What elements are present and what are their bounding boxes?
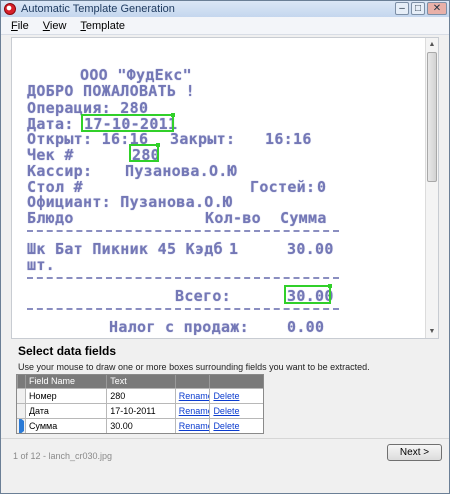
next-button[interactable]: Next > — [387, 444, 442, 461]
receipt-separator — [27, 308, 339, 310]
receipt-tax-label: Налог с продаж: — [109, 318, 249, 336]
vertical-scrollbar[interactable]: ▲ ▼ — [425, 38, 438, 338]
table-row[interactable]: Номер 280 Rename Delete — [17, 388, 263, 403]
row-selector[interactable] — [17, 419, 25, 433]
field-name-cell[interactable]: Сумма — [24, 419, 106, 433]
receipt-image[interactable]: ООО "ФудЕкс" ДОБРО ПОЖАЛОВАТЬ ! Операция… — [12, 38, 426, 338]
field-text-cell[interactable]: 17-10-2011 — [106, 404, 174, 418]
table-row-selected[interactable]: Сумма 30.00 Rename Delete — [17, 418, 263, 433]
receipt-closed-time: 16:16 — [265, 130, 312, 148]
receipt-total-label: Всего: — [175, 287, 231, 305]
arrow-up-icon[interactable]: ▲ — [426, 38, 438, 51]
fields-table: Field Name Text Номер 280 Rename Delete … — [16, 374, 264, 434]
rename-link[interactable]: Rename — [179, 391, 210, 401]
column-header-delete — [209, 375, 263, 388]
receipt-guests: Гостей: — [250, 178, 316, 196]
table-row[interactable]: Дата 17-10-2011 Rename Delete — [17, 403, 263, 418]
file-counter: 1 of 12 - lanch_cr030.jpg — [13, 451, 113, 461]
close-icon[interactable]: ✕ — [427, 2, 447, 15]
arrow-down-icon[interactable]: ▼ — [426, 325, 438, 338]
receipt-separator — [27, 277, 339, 279]
app-logo-icon — [4, 3, 16, 15]
receipt-separator — [27, 230, 339, 232]
window-title: Automatic Template Generation — [21, 3, 175, 15]
menu-template[interactable]: Template — [80, 20, 125, 32]
status-bar: 1 of 12 - lanch_cr030.jpg Next > — [1, 438, 449, 493]
receipt-item-unit: шт. — [27, 256, 55, 274]
row-selector-header — [17, 375, 25, 388]
column-header-text[interactable]: Text — [106, 375, 174, 388]
receipt-col-sum: Сумма — [280, 209, 327, 227]
row-selector[interactable] — [17, 404, 25, 418]
receipt-guests-value: 0 — [317, 178, 327, 196]
receipt-item-name: Шк Бат Пикник 45 Кэдб — [27, 240, 223, 258]
menu-view[interactable]: View — [43, 20, 67, 32]
current-row-icon — [19, 419, 24, 433]
fields-panel-title: Select data fields — [18, 344, 117, 358]
scroll-thumb[interactable] — [427, 52, 437, 182]
selection-box-date[interactable] — [81, 113, 175, 132]
row-selector[interactable] — [17, 389, 25, 403]
field-text-cell[interactable]: 30.00 — [106, 419, 174, 433]
delete-link[interactable]: Delete — [213, 421, 239, 431]
rename-link[interactable]: Rename — [179, 406, 210, 416]
maximize-icon[interactable]: □ — [411, 2, 425, 15]
app-window: Automatic Template Generation – □ ✕ File… — [0, 0, 450, 494]
rename-link[interactable]: Rename — [179, 421, 210, 431]
resize-handle[interactable] — [156, 143, 160, 147]
fields-panel-instructions: Use your mouse to draw one or more boxes… — [18, 362, 370, 372]
menu-file[interactable]: File — [11, 20, 29, 32]
title-bar[interactable]: Automatic Template Generation – □ ✕ — [1, 1, 449, 17]
receipt-image-viewer[interactable]: ООО "ФудЕкс" ДОБРО ПОЖАЛОВАТЬ ! Операция… — [11, 37, 439, 339]
receipt-col-qty: Кол-во — [205, 209, 261, 227]
resize-handle[interactable] — [328, 284, 332, 288]
selection-box-number[interactable] — [129, 143, 160, 162]
field-name-cell[interactable]: Номер — [24, 389, 106, 403]
delete-link[interactable]: Delete — [213, 391, 239, 401]
receipt-welcome: ДОБРО ПОЖАЛОВАТЬ ! — [27, 82, 195, 100]
resize-handle[interactable] — [171, 113, 175, 117]
delete-link[interactable]: Delete — [213, 406, 239, 416]
column-header-rename — [174, 375, 210, 388]
table-header: Field Name Text — [17, 375, 263, 388]
receipt-col-dish: Блюдо — [27, 209, 74, 227]
field-text-cell[interactable]: 280 — [106, 389, 174, 403]
minimize-icon[interactable]: – — [395, 2, 409, 15]
receipt-tax-value: 0.00 — [287, 318, 325, 336]
receipt-item-qty: 1 — [229, 240, 239, 258]
receipt-item-sum: 30.00 — [287, 240, 334, 258]
receipt-cashier-name: Пузанова.О.Ю — [125, 162, 237, 180]
column-header-field-name[interactable]: Field Name — [24, 375, 106, 388]
menu-bar: File View Template — [1, 17, 449, 35]
window-controls: – □ ✕ — [395, 2, 447, 15]
receipt-closed: Закрыт: — [170, 130, 236, 148]
selection-box-sum[interactable] — [284, 284, 332, 304]
field-name-cell[interactable]: Дата — [24, 404, 106, 418]
